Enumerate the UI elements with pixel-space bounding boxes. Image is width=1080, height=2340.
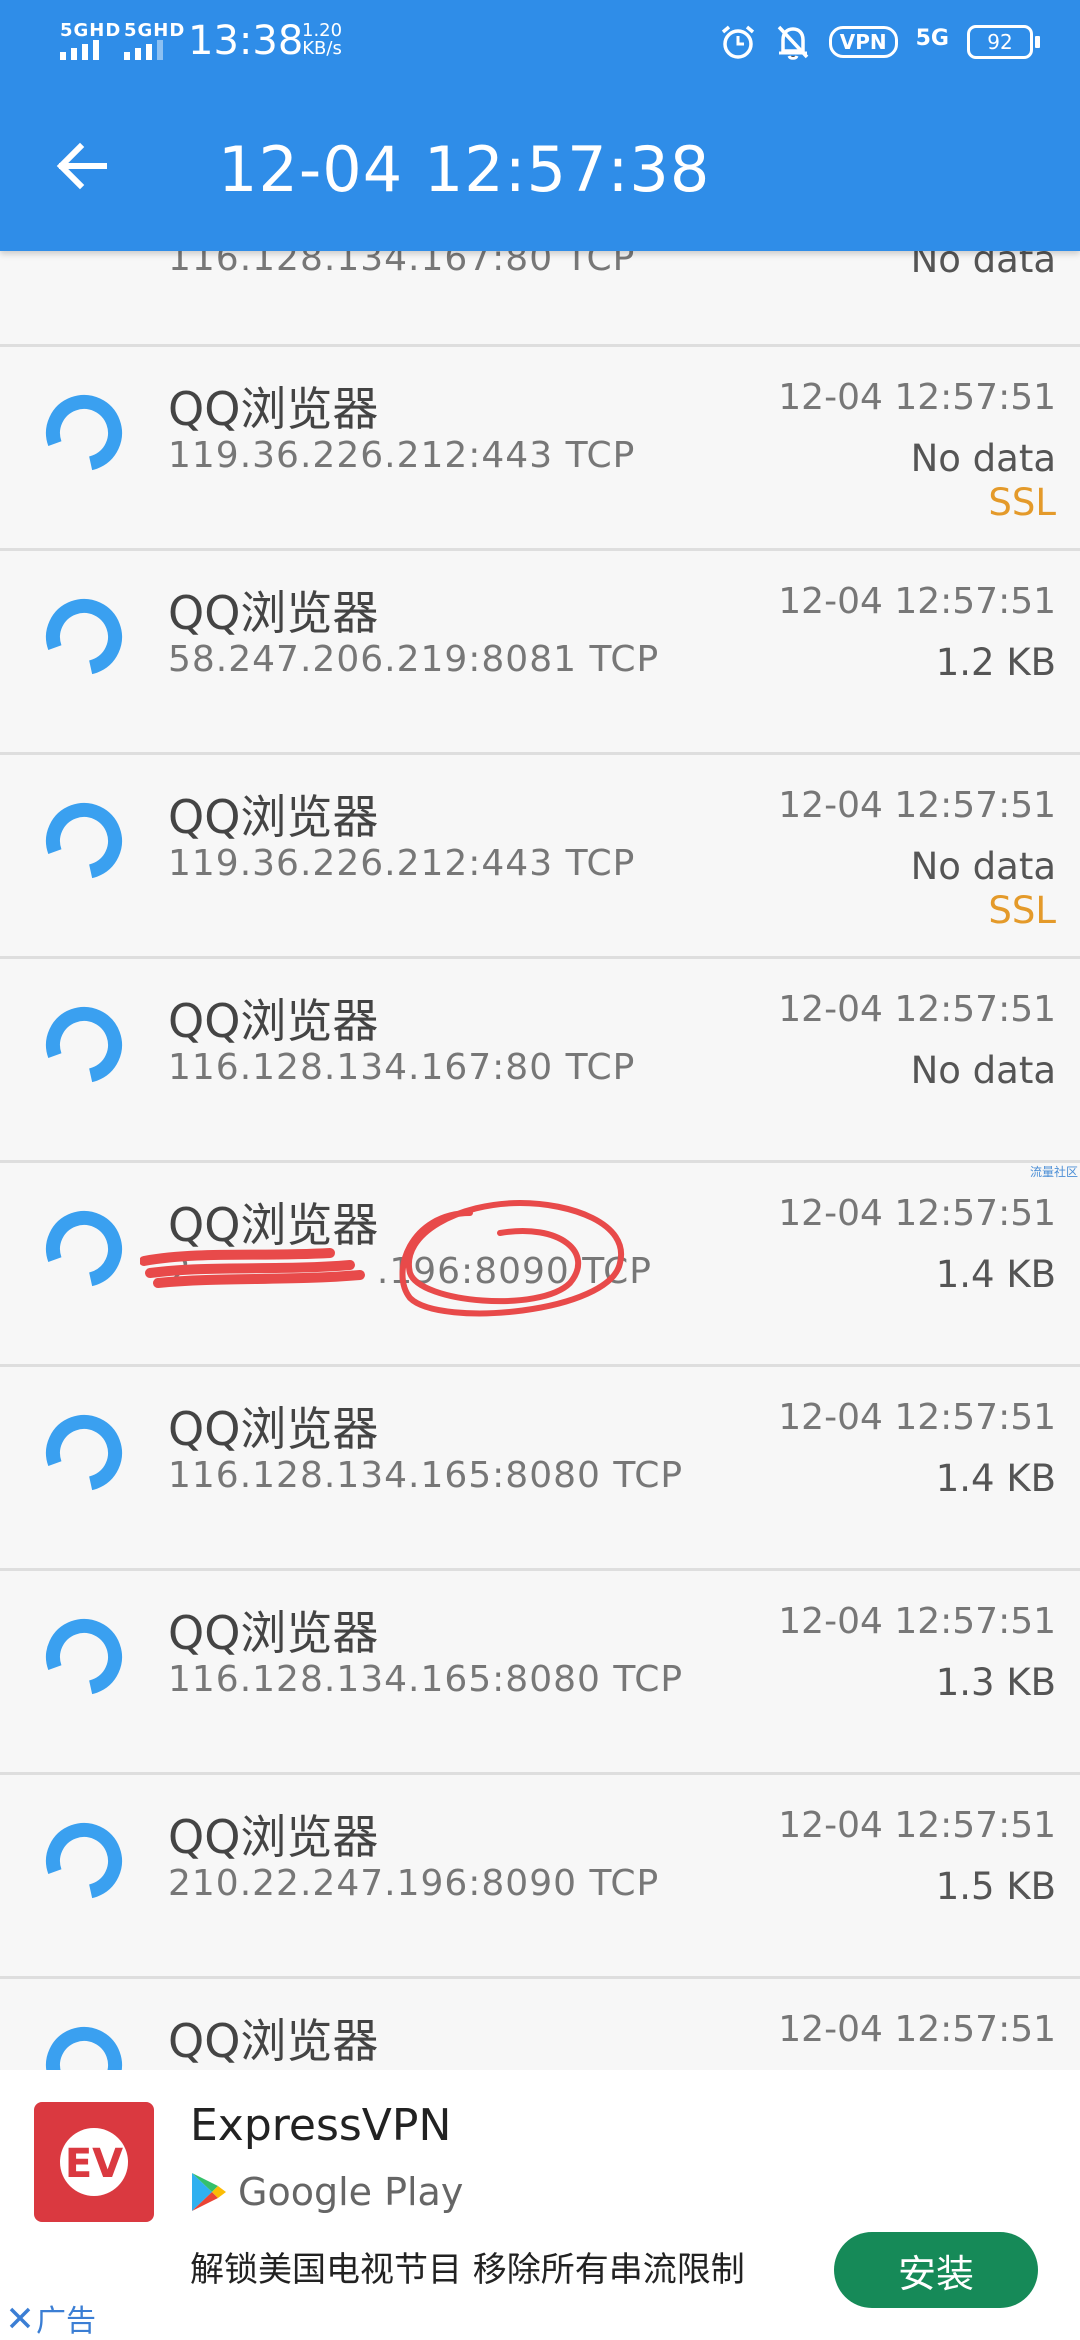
connection-time: 12-04 12:57:51 [778, 785, 1056, 826]
ad-app-name: ExpressVPN [190, 2100, 452, 2151]
google-play-icon [192, 2173, 226, 2211]
qq-browser-icon [46, 1619, 123, 1695]
alarm-icon [721, 25, 754, 59]
page-title: 12-04 12:57:38 [218, 133, 711, 206]
connection-address: 116.128.134.167:80 TCP [168, 1047, 636, 1088]
connection-address: 58.247.206.219:8081 TCP [168, 639, 660, 680]
status-bar: 5GHD 5GHD 13:38 1.20 KB/s VPN 5G 92 [0, 0, 1080, 84]
list-item[interactable]: QQ浏览器 116.128.134.165:8080 TCP 12-04 12:… [0, 1568, 1080, 1773]
store-name: Google Play [238, 2170, 464, 2214]
ad-label: 广告 [36, 2304, 96, 2339]
connection-size: 1.4 KB [935, 1253, 1056, 1296]
connection-size: No data [910, 845, 1056, 888]
connection-address: 210.22.247.196:8090 TCP [168, 1863, 660, 1904]
notifications-off-icon [777, 25, 809, 60]
connection-time: 12-04 12:57:51 [778, 989, 1056, 1030]
battery-level: 92 [967, 25, 1033, 59]
close-icon[interactable] [8, 2306, 32, 2330]
connection-size: No data [910, 437, 1056, 480]
connection-size: 1.4 KB [935, 1457, 1056, 1500]
connection-size: 1.5 KB [935, 1865, 1056, 1908]
network-speed: 1.20 KB/s [302, 22, 342, 58]
qq-browser-icon [46, 1007, 123, 1083]
ad-close[interactable]: 广告 [8, 2296, 96, 2340]
signal-2-icon: 5GHD [124, 20, 190, 60]
ad-banner[interactable]: EV ExpressVPN Google Play 解锁美国电视节目 移除所有串… [0, 2070, 1080, 2340]
app-name: QQ浏览器 [168, 1606, 379, 1660]
signal-1-icon: 5GHD [60, 20, 126, 60]
connection-time: 12-04 12:57:51 [778, 581, 1056, 622]
connection-size: 1.3 KB [935, 1661, 1056, 1704]
speed-unit: KB/s [302, 38, 342, 59]
app-name: QQ浏览器 [168, 382, 379, 436]
connection-time: 12-04 12:57:51 [778, 2009, 1056, 2050]
connection-size: No data [910, 1049, 1056, 1092]
logo-text: EV [65, 2141, 123, 2187]
connection-address: 119.36.226.212:443 TCP [168, 843, 636, 884]
connection-size: 1.2 KB [935, 641, 1056, 684]
connection-time: 12-04 12:57:51 [778, 1397, 1056, 1438]
back-arrow-icon[interactable] [52, 136, 112, 196]
sim2-label: 5GHD [124, 20, 186, 41]
qq-browser-icon [46, 803, 123, 879]
qq-browser-icon [46, 1823, 123, 1899]
connection-time: 12-04 12:57:51 [778, 1601, 1056, 1642]
red-scribble-annotation [140, 1199, 625, 1317]
qq-browser-icon [46, 1415, 123, 1491]
list-item[interactable]: QQ浏览器 116.128.134.167:80 TCP 12-04 12:57… [0, 956, 1080, 1161]
qq-browser-icon [46, 599, 123, 675]
battery-icon: 92 [967, 25, 1040, 59]
install-button[interactable]: 安装 [834, 2232, 1038, 2308]
ad-description: 解锁美国电视节目 移除所有串流限制 [190, 2250, 745, 2290]
list-item[interactable]: QQ浏览器 116.128.134.165:8080 TCP 12-04 12:… [0, 1364, 1080, 1569]
expressvpn-logo: EV [34, 2102, 154, 2222]
app-name: QQ浏览器 [168, 2014, 379, 2068]
network-type: 5G [915, 25, 949, 51]
app-name: QQ浏览器 [168, 994, 379, 1048]
app-name: QQ浏览器 [168, 1810, 379, 1864]
status-time: 13:38 [188, 18, 304, 64]
google-play-badge: Google Play [190, 2170, 463, 2214]
watermark-text: 流量社区 [1029, 1165, 1078, 1179]
list-item[interactable]: QQ浏览器 58.247.206.219:8081 TCP 12-04 12:5… [0, 548, 1080, 753]
app-name: QQ浏览器 [168, 586, 379, 640]
list-item[interactable]: QQ浏览器 210.22.247.196:8090 TCP 12-04 12:5… [0, 1772, 1080, 1977]
connection-time: 12-04 12:57:51 [778, 1805, 1056, 1846]
connection-address: 116.128.134.165:8080 TCP [168, 1455, 684, 1496]
app-name: QQ浏览器 [168, 1402, 379, 1456]
connection-address: 119.36.226.212:443 TCP [168, 435, 636, 476]
connection-address: 116.128.134.165:8080 TCP [168, 1659, 684, 1700]
list-item[interactable]: QQ浏览器 119.36.226.212:443 TCP 12-04 12:57… [0, 752, 1080, 957]
qq-browser-icon [46, 395, 123, 471]
sim1-label: 5GHD [60, 20, 122, 41]
list-item[interactable]: QQ浏览器 2 .196:8090 TCP 12-04 12:57:51 1.4… [0, 1160, 1080, 1365]
qq-browser-icon [46, 1211, 123, 1287]
vpn-badge: VPN [828, 26, 898, 58]
ssl-badge: SSL [988, 481, 1056, 524]
ssl-badge: SSL [988, 889, 1056, 932]
connection-time: 12-04 12:57:51 [778, 377, 1056, 418]
app-bar: 5GHD 5GHD 13:38 1.20 KB/s VPN 5G 92 12-0… [0, 0, 1080, 251]
connection-list: 116.128.134.167:80 TCP No data QQ浏览器 119… [0, 0, 1080, 2340]
app-name: QQ浏览器 [168, 790, 379, 844]
connection-time: 12-04 12:57:51 [778, 1193, 1056, 1234]
list-item[interactable]: QQ浏览器 119.36.226.212:443 TCP 12-04 12:57… [0, 344, 1080, 549]
